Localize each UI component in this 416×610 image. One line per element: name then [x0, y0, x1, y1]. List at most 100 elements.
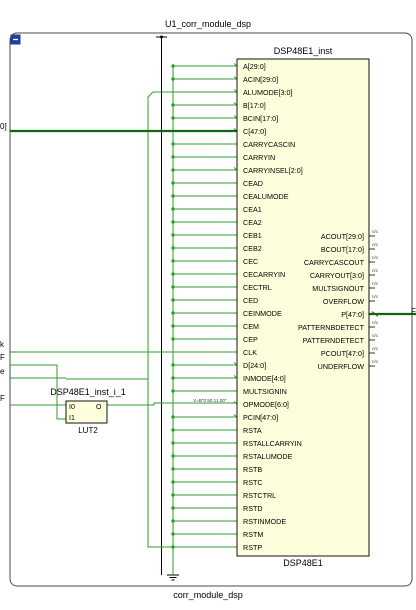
module-type-title: corr_module_dsp: [173, 590, 243, 600]
dsp-pin-ced: CED: [243, 296, 258, 305]
dsp48e1-instance-name: DSP48E1_inst: [274, 46, 333, 56]
port-label-c-bus[interactable]: 0]: [0, 122, 7, 131]
lut2-pin-o: O: [96, 404, 102, 411]
dsp-pin-rstalumode: RSTALUMODE: [243, 452, 293, 461]
dsp-pin-rstc: RSTC: [243, 478, 263, 487]
nc-label: n/c: [372, 268, 379, 273]
junction-dot: [171, 77, 175, 81]
junction-dot: [171, 103, 175, 107]
junction-dot: [171, 415, 175, 419]
nc-label: n/c: [372, 333, 379, 338]
junction-dot: [171, 259, 175, 263]
dsp-pin-ceb1: CEB1: [243, 231, 262, 240]
junction-dot: [171, 142, 175, 146]
dsp-pin-cem: CEM: [243, 322, 259, 331]
junction-dot: [171, 311, 175, 315]
dsp-pin-multsignin: MULTSIGNIN: [243, 387, 287, 396]
junction-dot: [171, 194, 175, 198]
dsp-pin-rstctrl: RSTCTRL: [243, 491, 276, 500]
dsp-pin-carrycascout: CARRYCASCOUT: [304, 258, 365, 267]
dsp-pin-cectrl: CECTRL: [243, 283, 272, 292]
dsp-pin-patternbdetect: PATTERNBDETECT: [298, 323, 365, 332]
junction-dot: [171, 116, 175, 120]
dsp48e1-type-name: DSP48E1: [283, 558, 323, 568]
junction-dot: [171, 428, 175, 432]
dsp-pin-rstallcarryin: RSTALLCARRYIN: [243, 439, 302, 448]
dsp-pin-acin: ACIN[29:0]: [243, 75, 278, 84]
nc-label: n/c: [372, 359, 379, 364]
port-label-e[interactable]: e: [0, 367, 5, 376]
junction-dot: [171, 389, 175, 393]
junction-dot: [171, 181, 175, 185]
dsp-pin-rstm: RSTM: [243, 530, 263, 539]
dsp-pin-rstd: RSTD: [243, 504, 263, 513]
junction-dot: [171, 285, 175, 289]
dsp-pin-b: B[17:0]: [243, 101, 266, 110]
port-label-ce[interactable]: F: [0, 353, 5, 362]
junction-dot: [171, 324, 175, 328]
dsp-pin-multsignout: MULTSIGNOUT: [312, 284, 364, 293]
dsp-pin-cealumode: CEALUMODE: [243, 192, 289, 201]
junction-dot: [171, 272, 175, 276]
junction-dot: [171, 298, 175, 302]
dsp-pin-cep: CEP: [243, 335, 258, 344]
junction-dot: [171, 441, 175, 445]
dsp-pin-cea2: CEA2: [243, 218, 262, 227]
vcc-dot: [160, 35, 163, 39]
junction-dot: [171, 246, 175, 250]
lut2-pin-i0: I0: [69, 404, 75, 411]
dsp-pin-rstb: RSTB: [243, 465, 262, 474]
opmode-constant-label: V=B"0 50 11 00": [193, 398, 227, 403]
dsp-pin-overflow: OVERFLOW: [323, 297, 364, 306]
dsp-pin-pcin: PCIN[47:0]: [243, 413, 278, 422]
dsp-pin-rstp: RSTP: [243, 543, 262, 552]
junction-dot: [171, 155, 175, 159]
junction-dot: [171, 220, 175, 224]
dsp-pin-cec: CEC: [243, 257, 258, 266]
ground-symbol: [167, 574, 179, 581]
lut2-type-name: LUT2: [78, 426, 98, 435]
nc-label: n/c: [372, 229, 379, 234]
junction-dot: [171, 467, 175, 471]
dsp-pin-ceb2: CEB2: [243, 244, 262, 253]
nc-label: n/c: [372, 242, 379, 247]
junction-dot: [171, 480, 175, 484]
junction-dot: [171, 493, 175, 497]
dsp-pin-acout: ACOUT[29:0]: [321, 232, 364, 241]
junction-dot: [171, 64, 175, 68]
nc-label: n/c: [372, 255, 379, 260]
nc-label: n/c: [372, 281, 379, 286]
nc-label: n/c: [372, 294, 379, 299]
dsp-pin-ceinmode: CEINMODE: [243, 309, 282, 318]
junction-dot: [171, 207, 175, 211]
dsp-pin-clk: CLK: [243, 348, 257, 357]
junction-dot: [171, 532, 175, 536]
lut2-pin-i1: I1: [69, 415, 75, 422]
nc-label: n/c: [372, 320, 379, 325]
dsp-pin-p: P[47:0]: [341, 310, 364, 319]
dsp-pin-carryin: CARRYIN: [243, 153, 275, 162]
collapse-button[interactable]: [10, 34, 21, 45]
junction-dot: [171, 233, 175, 237]
dsp-pin-carryout: CARRYOUT[3:0]: [310, 271, 364, 280]
dsp-pin-a: A[29:0]: [243, 62, 266, 71]
dsp-pin-cea1: CEA1: [243, 205, 262, 214]
nc-label: n/c: [372, 346, 379, 351]
port-label-lut-in[interactable]: F: [0, 394, 5, 403]
dsp-pin-carryinsel: CARRYINSEL[2:0]: [243, 166, 303, 175]
dsp-pin-inmode: INMODE[4:0]: [243, 374, 286, 383]
junction-dot: [171, 519, 175, 523]
dsp-pin-rsta: RSTA: [243, 426, 262, 435]
dsp-pin-pcout: PCOUT[47:0]: [321, 349, 364, 358]
dsp-pin-cecarryin: CECARRYIN: [243, 270, 285, 279]
dsp-pin-c: C[47:0]: [243, 127, 266, 136]
dsp-pin-underflow: UNDERFLOW: [318, 362, 365, 371]
dsp-pin-patterndetect: PATTERNDETECT: [303, 336, 365, 345]
dsp-pin-carrycascin: CARRYCASCIN: [243, 140, 295, 149]
junction-dot: [171, 376, 175, 380]
dsp-pin-cead: CEAD: [243, 179, 263, 188]
opmode-net[interactable]: [107, 402, 237, 406]
junction-dot: [171, 168, 175, 172]
port-label-clk[interactable]: k: [0, 340, 5, 349]
port-label-p-out[interactable]: F: [411, 307, 416, 316]
